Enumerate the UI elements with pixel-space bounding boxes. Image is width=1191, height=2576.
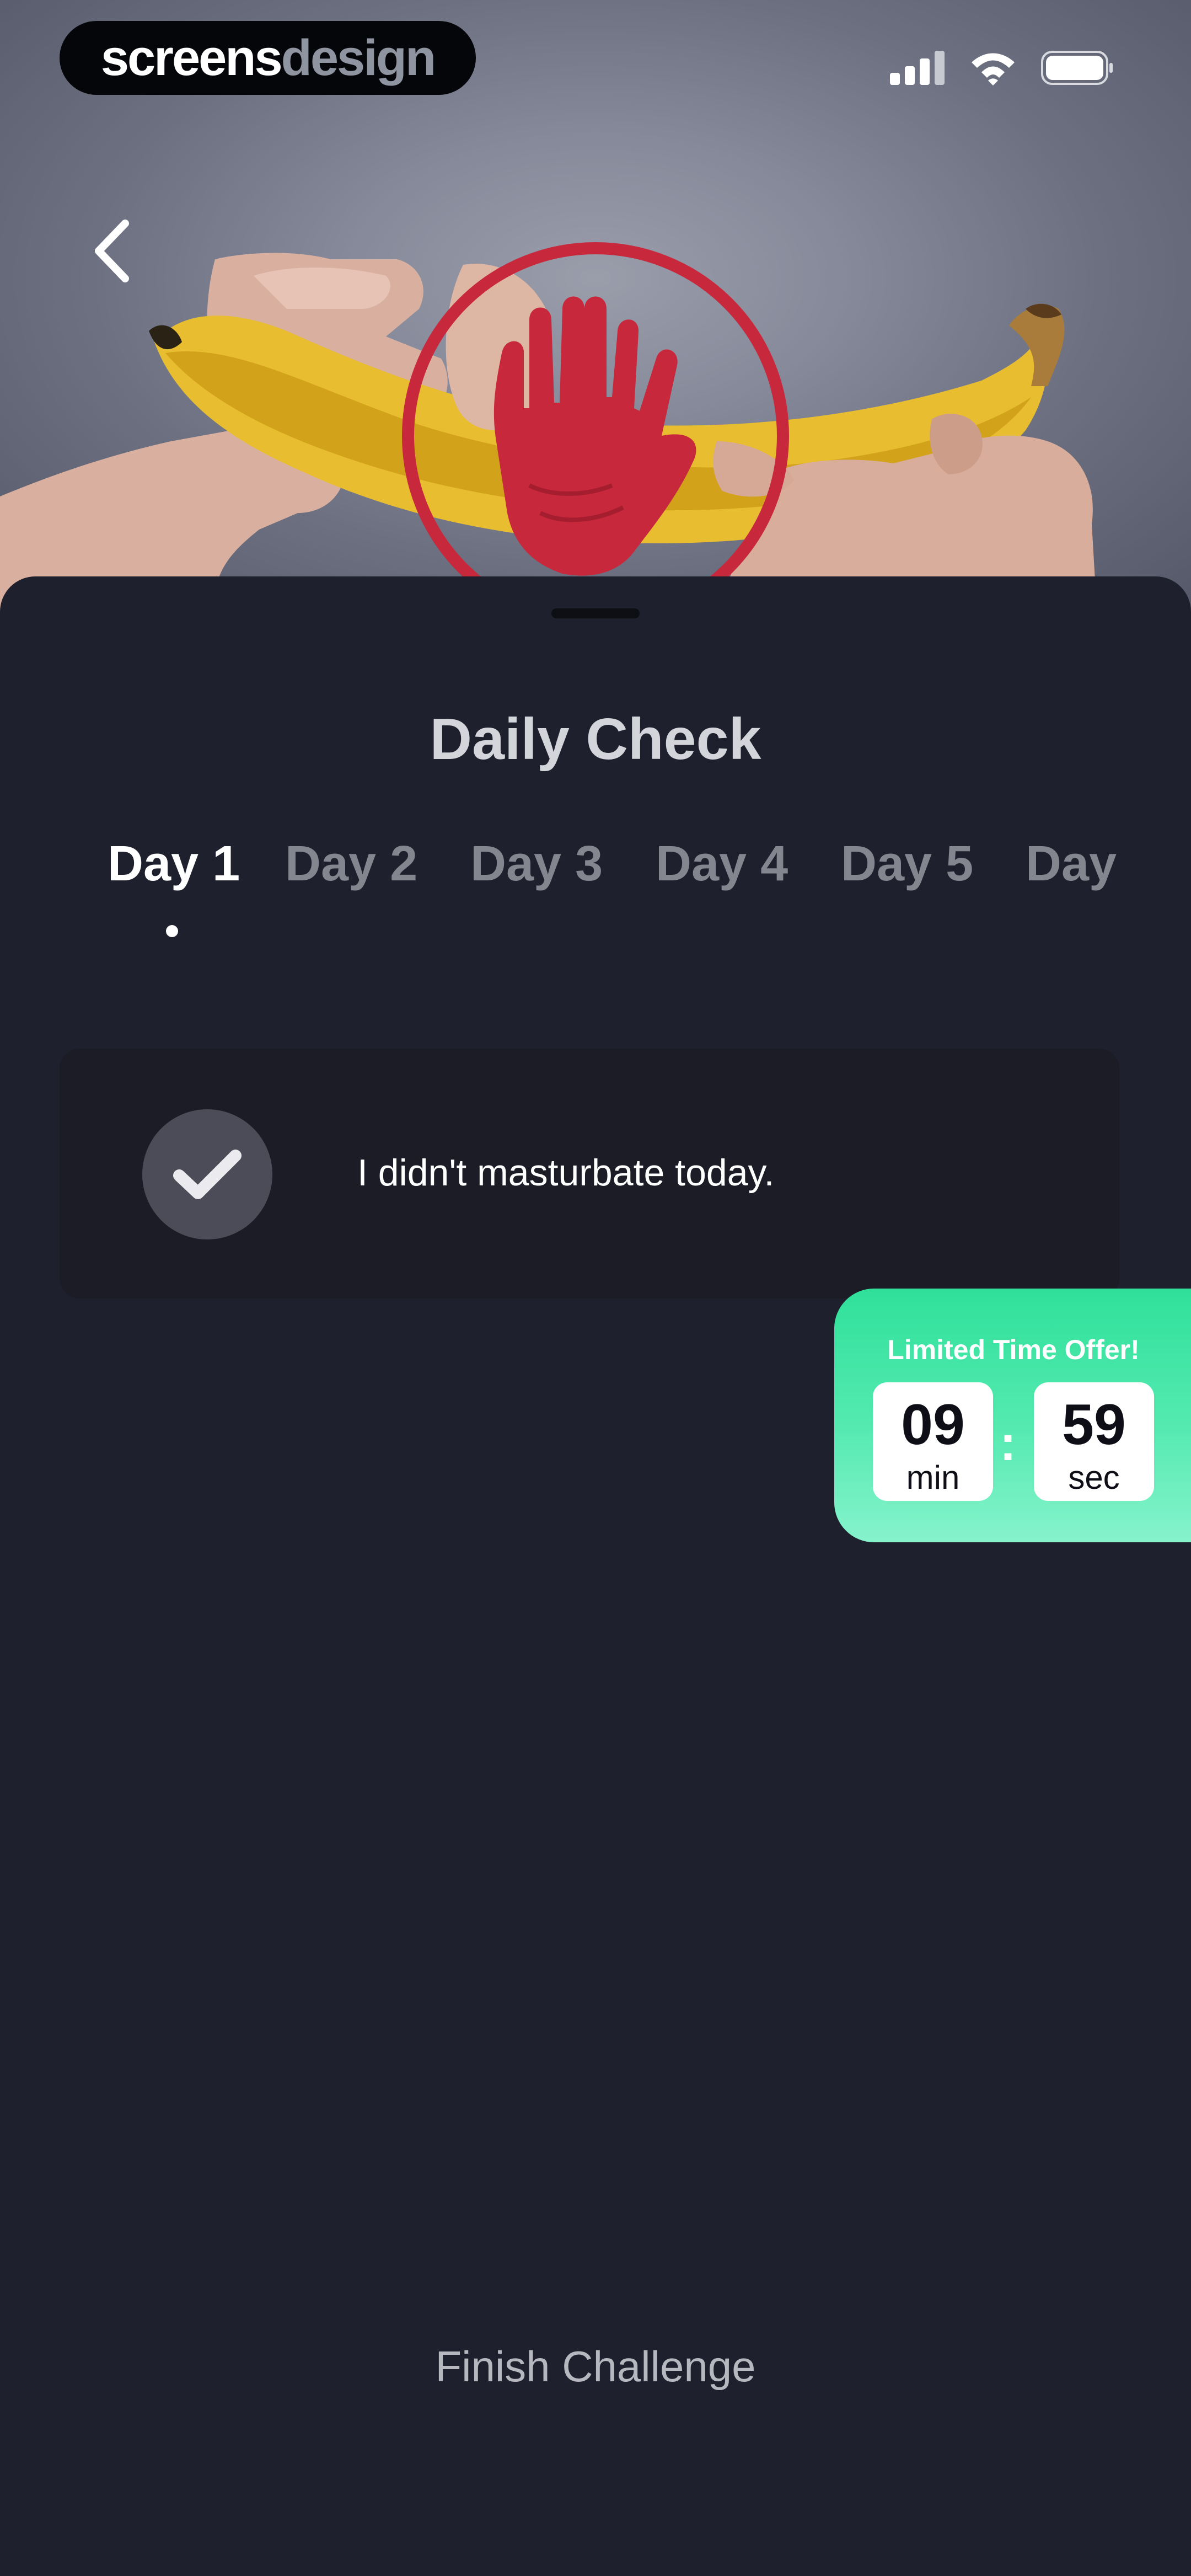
daily-check-item[interactable]: I didn't masturbate today.	[60, 1049, 1119, 1298]
seconds-value: 59	[1062, 1393, 1126, 1457]
countdown-minutes: 09 min	[873, 1382, 993, 1501]
tab-day-3[interactable]: Day 3	[470, 836, 603, 892]
seconds-unit: sec	[1068, 1459, 1120, 1496]
tab-day-5[interactable]: Day 5	[841, 836, 973, 892]
limited-offer-widget[interactable]: Limited Time Offer! 09 min : 59 sec	[834, 1289, 1191, 1542]
countdown-separator: :	[1000, 1416, 1016, 1471]
check-toggle[interactable]	[142, 1109, 272, 1239]
tab-day-4[interactable]: Day 4	[656, 836, 788, 892]
battery-icon	[1041, 51, 1113, 85]
sheet-grabber[interactable]	[551, 608, 640, 618]
tab-day-2[interactable]: Day 2	[285, 836, 417, 892]
active-tab-indicator	[166, 925, 178, 937]
check-item-label: I didn't masturbate today.	[357, 1152, 775, 1194]
back-button[interactable]	[83, 215, 143, 287]
countdown-seconds: 59 sec	[1034, 1382, 1154, 1501]
finish-challenge-button[interactable]: Finish Challenge	[0, 2342, 1191, 2392]
minutes-unit: min	[906, 1459, 960, 1496]
status-bar	[890, 49, 1114, 87]
tab-day-6[interactable]: Day	[1026, 836, 1117, 892]
checkmark-icon	[173, 1150, 242, 1199]
brand-logo-part2: design	[281, 29, 436, 86]
tab-day-1[interactable]: Day 1	[108, 836, 240, 892]
page-title: Daily Check	[430, 707, 761, 772]
brand-logo: screens design	[60, 21, 476, 95]
brand-logo-part1: screens	[100, 29, 283, 86]
daily-check-screen: screens design Daily Check Day 1 Day 2 D…	[0, 0, 1191, 2576]
minutes-value: 09	[901, 1393, 965, 1457]
offer-title: Limited Time Offer!	[887, 1334, 1140, 1365]
wifi-icon	[972, 53, 1015, 85]
daily-check-sheet: Daily Check Day 1 Day 2 Day 3 Day 4 Day …	[0, 576, 1191, 2576]
chevron-left-icon	[95, 220, 129, 282]
cellular-signal-icon	[890, 51, 945, 85]
